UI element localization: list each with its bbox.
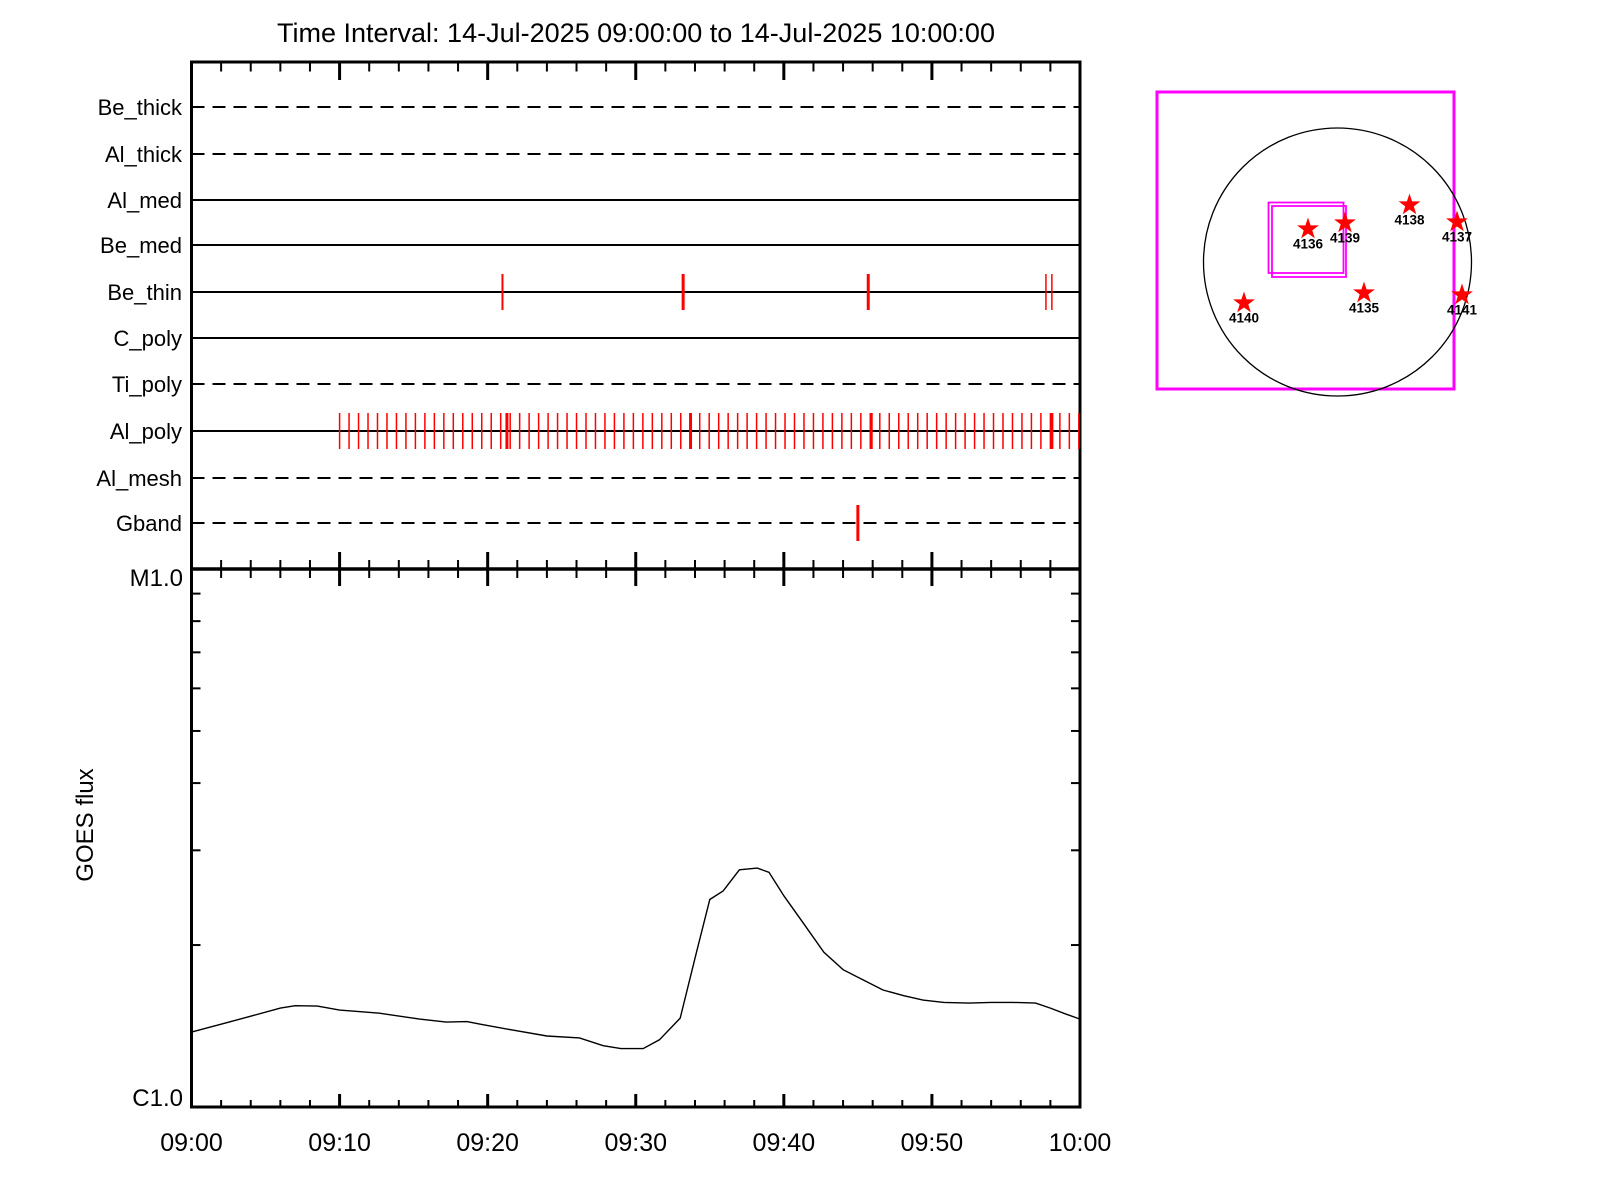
- active-region-label: 4135: [1349, 301, 1380, 316]
- active-region-star: [1334, 211, 1356, 233]
- active-region-label: 4141: [1447, 303, 1478, 318]
- x-tick-label: 09:00: [160, 1129, 223, 1157]
- x-tick-label: 09:30: [604, 1129, 667, 1157]
- y-axis-label-top: M1.0: [130, 565, 183, 592]
- filter-row-label: Al_med: [107, 188, 182, 213]
- plot-title: Time Interval: 14-Jul-2025 09:00:00 to 1…: [277, 18, 995, 48]
- filter-row-label: C_poly: [114, 326, 182, 351]
- goes-flux-panel: [191, 592, 1081, 1050]
- solar-disk-circle: [1202, 127, 1473, 397]
- active-region-star: [1398, 193, 1421, 215]
- active-region-star: [1233, 291, 1255, 313]
- active-region-label: 4138: [1394, 213, 1425, 228]
- filter-row-label: Al_mesh: [96, 466, 182, 491]
- solar-map: 4136 4139 4138 4137 4135 4140 4141: [1155, 90, 1478, 397]
- filter-row-label: Ti_poly: [112, 372, 182, 397]
- x-tick-label: 09:20: [456, 1129, 519, 1157]
- filter-timeline-panel: Be_thick Al_thick Al_med Be_med Be_thin C_pol…: [96, 95, 1080, 541]
- active-region-label: 4139: [1330, 231, 1360, 246]
- x-tick-label: 09:10: [308, 1129, 371, 1157]
- active-region-label: 4137: [1442, 230, 1472, 245]
- goes-y-axis-title: GOES flux: [72, 768, 99, 881]
- filter-row-label: Al_thick: [105, 142, 183, 167]
- filter-row-label: Be_thick: [98, 95, 183, 120]
- filter-row-label: Be_thin: [107, 280, 182, 305]
- y-axis-label-bottom: C1.0: [132, 1085, 183, 1112]
- time-axis: 09:00 09:10 09:20 09:30 09:40 09:50 10:00: [160, 63, 1112, 1157]
- plot-canvas: Time Interval: 14-Jul-2025 09:00:00 to 1…: [72, 18, 1478, 1157]
- goes-flux-curve: [191, 867, 1081, 1050]
- filter-row-label: Be_med: [100, 233, 182, 258]
- x-tick-label: 10:00: [1049, 1129, 1112, 1157]
- filter-row-label: Al_poly: [110, 419, 182, 444]
- active-region-label: 4140: [1229, 311, 1259, 326]
- screenshot-root: Time Interval: 14-Jul-2025 09:00:00 to 1…: [0, 0, 1600, 1200]
- active-region-star: [1297, 217, 1319, 239]
- filter-row-label: Gband: [116, 511, 182, 536]
- active-region-star: [1353, 281, 1375, 303]
- x-tick-label: 09:40: [753, 1129, 816, 1157]
- x-tick-label: 09:50: [901, 1129, 964, 1157]
- active-region-label: 4136: [1293, 237, 1324, 252]
